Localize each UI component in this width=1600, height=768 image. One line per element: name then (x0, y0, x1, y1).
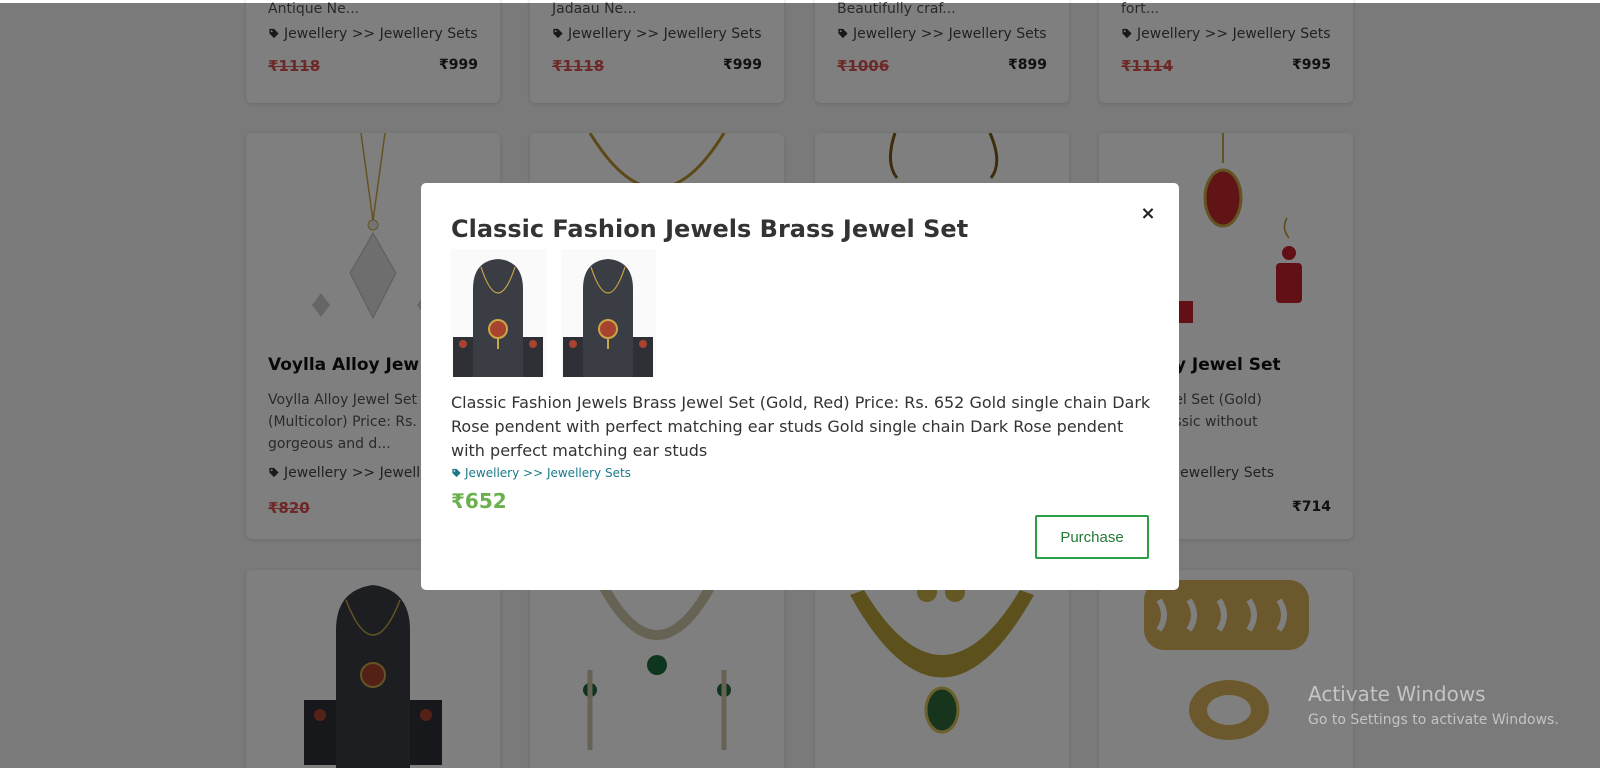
modal-price: ₹652 (451, 489, 507, 513)
tag-icon (452, 468, 461, 478)
product-thumbnail[interactable] (561, 249, 656, 377)
modal-category-link[interactable]: Jewellery >> Jewellery Sets (451, 466, 631, 480)
watermark-subtitle: Go to Settings to activate Windows. (1308, 712, 1559, 728)
watermark-title: Activate Windows (1308, 682, 1486, 706)
necklace-bust-image (563, 259, 653, 377)
windows-activation-watermark: Activate Windows Go to Settings to activ… (1308, 682, 1559, 728)
modal-title: Classic Fashion Jewels Brass Jewel Set (451, 215, 969, 243)
necklace-bust-image (453, 259, 543, 377)
product-thumbnail[interactable] (451, 249, 546, 377)
product-modal: × Classic Fashion Jewels Brass Jewel Set (421, 183, 1179, 590)
modal-description: Classic Fashion Jewels Brass Jewel Set (… (451, 393, 1151, 460)
modal-category-label: Jewellery >> Jewellery Sets (465, 466, 631, 480)
close-icon[interactable]: × (1139, 205, 1157, 223)
purchase-button[interactable]: Purchase (1035, 515, 1149, 559)
